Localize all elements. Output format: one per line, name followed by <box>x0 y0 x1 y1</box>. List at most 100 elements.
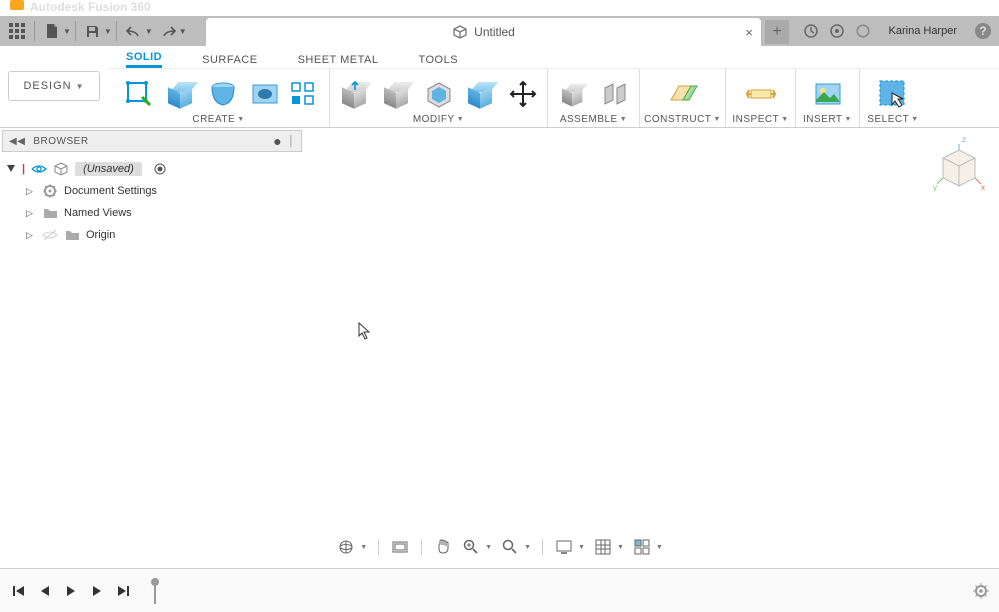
measure-button[interactable] <box>743 76 779 112</box>
display-settings-button[interactable] <box>554 537 574 557</box>
group-create: CREATE▼ <box>108 69 330 127</box>
timeline-end-button[interactable] <box>114 582 132 600</box>
help-button[interactable]: ? <box>973 21 993 41</box>
folder-icon <box>42 206 58 220</box>
create-sketch-button[interactable] <box>121 76 157 112</box>
timeline-play-button[interactable] <box>62 582 80 600</box>
orbit-button[interactable] <box>336 537 356 557</box>
press-pull-button[interactable] <box>337 76 373 112</box>
undo-button[interactable] <box>121 19 147 43</box>
document-cube-icon <box>452 24 468 40</box>
file-menu-dropdown-icon[interactable]: ▼ <box>63 27 71 36</box>
timeline-step-forward-button[interactable] <box>88 582 106 600</box>
document-title: Untitled <box>474 25 515 39</box>
expand-icon[interactable]: ▷ <box>26 186 36 197</box>
browser-pin-icon[interactable]: │ <box>288 136 295 147</box>
app-title: Autodesk Fusion 360 <box>30 0 151 14</box>
visibility-eye-icon[interactable] <box>31 163 47 175</box>
timeline-settings-button[interactable] <box>973 583 989 599</box>
new-component-button[interactable] <box>555 76 591 112</box>
fillet-button[interactable] <box>379 76 415 112</box>
job-status-button[interactable] <box>827 21 847 41</box>
redo-dropdown-icon[interactable]: ▼ <box>179 27 187 36</box>
svg-text:y: y <box>933 183 937 192</box>
file-menu-button[interactable] <box>39 19 65 43</box>
tab-solid[interactable]: SOLID <box>126 51 162 68</box>
document-tab[interactable]: Untitled × + <box>206 18 761 46</box>
expand-icon[interactable]: ▷ <box>26 208 36 219</box>
save-dropdown-icon[interactable]: ▼ <box>104 27 112 36</box>
mouse-cursor-icon <box>358 322 372 340</box>
svg-text:x: x <box>981 183 985 192</box>
expand-icon[interactable]: ▷ <box>26 230 36 241</box>
gear-icon <box>42 184 58 198</box>
timeline-marker[interactable] <box>150 578 160 604</box>
tab-sheetmetal[interactable]: SHEET METAL <box>298 54 379 68</box>
shell-button[interactable] <box>421 76 457 112</box>
create-extrude-button[interactable] <box>163 76 199 112</box>
grid-settings-button[interactable] <box>593 537 613 557</box>
expand-icon[interactable] <box>6 164 16 174</box>
viewport-layout-button[interactable] <box>632 537 652 557</box>
timeline-start-button[interactable] <box>10 582 28 600</box>
browser-panel: ◀◀ BROWSER ● │ | (Unsaved) ▷ Document Set… <box>2 130 302 252</box>
joint-button[interactable] <box>597 76 633 112</box>
browser-dot-icon[interactable]: ● <box>273 133 282 149</box>
app-logo-icon <box>10 0 24 10</box>
timeline-track[interactable] <box>150 576 989 606</box>
select-button[interactable] <box>875 76 911 112</box>
look-at-button[interactable] <box>390 537 410 557</box>
viewcube[interactable]: z x y <box>927 134 985 194</box>
ribbon: DESIGN▼ SOLID SURFACE SHEET METAL TOOLS … <box>0 46 999 128</box>
visibility-eye-off-icon[interactable] <box>42 229 58 241</box>
browser-node-named-views[interactable]: ▷ Named Views <box>6 202 298 224</box>
browser-title: BROWSER <box>33 136 88 147</box>
create-pattern-button[interactable] <box>289 80 317 108</box>
extensions-button[interactable] <box>801 21 821 41</box>
timeline <box>0 568 999 612</box>
data-panel-button[interactable] <box>4 19 30 43</box>
combine-button[interactable] <box>463 76 499 112</box>
construct-plane-button[interactable] <box>665 76 701 112</box>
pipe-icon: | <box>22 163 25 175</box>
close-tab-button[interactable]: × <box>745 25 753 40</box>
save-button[interactable] <box>80 19 106 43</box>
timeline-step-back-button[interactable] <box>36 582 54 600</box>
zoom-button[interactable] <box>461 537 481 557</box>
radio-active-icon[interactable] <box>154 163 166 175</box>
group-insert: INSERT▼ <box>796 69 860 127</box>
insert-decal-button[interactable] <box>810 76 846 112</box>
root-label: (Unsaved) <box>75 162 142 176</box>
browser-node-origin[interactable]: ▷ Origin <box>6 224 298 246</box>
tab-surface[interactable]: SURFACE <box>202 54 257 68</box>
pan-button[interactable] <box>433 537 453 557</box>
browser-node-document-settings[interactable]: ▷ Document Settings <box>6 180 298 202</box>
move-button[interactable] <box>505 76 541 112</box>
svg-text:z: z <box>962 135 966 144</box>
redo-button[interactable] <box>155 19 181 43</box>
folder-icon <box>64 228 80 242</box>
undo-dropdown-icon[interactable]: ▼ <box>145 27 153 36</box>
group-assemble: ASSEMBLE▼ <box>548 69 640 127</box>
tab-tools[interactable]: TOOLS <box>418 54 458 68</box>
group-construct: CONSTRUCT▼ <box>640 69 726 127</box>
create-revolve-button[interactable] <box>205 76 241 112</box>
group-select: SELECT▼ <box>860 69 926 127</box>
group-inspect: INSPECT▼ <box>726 69 796 127</box>
browser-root-node[interactable]: | (Unsaved) <box>6 158 298 180</box>
browser-header[interactable]: ◀◀ BROWSER ● │ <box>2 130 302 152</box>
group-modify: MODIFY▼ <box>330 69 548 127</box>
fit-button[interactable] <box>500 537 520 557</box>
workspace-switcher[interactable]: DESIGN▼ <box>0 46 108 126</box>
new-tab-button[interactable]: + <box>765 20 789 44</box>
ribbon-tabs: SOLID SURFACE SHEET METAL TOOLS <box>108 46 999 68</box>
user-account-button[interactable]: Karina Harper <box>879 25 967 37</box>
component-cube-icon <box>53 162 69 176</box>
notifications-button[interactable] <box>853 21 873 41</box>
quick-access-toolbar: ▼ ▼ ▼ ▼ Untitled × + Karina Harper ? <box>0 16 999 46</box>
svg-text:?: ? <box>979 24 986 38</box>
navigation-bar: ▼ ▼ ▼ ▼ ▼ ▼ <box>0 534 999 560</box>
window-title-bar: Autodesk Fusion 360 <box>0 0 999 16</box>
browser-collapse-icon[interactable]: ◀◀ <box>9 136 25 147</box>
create-hole-button[interactable] <box>247 76 283 112</box>
